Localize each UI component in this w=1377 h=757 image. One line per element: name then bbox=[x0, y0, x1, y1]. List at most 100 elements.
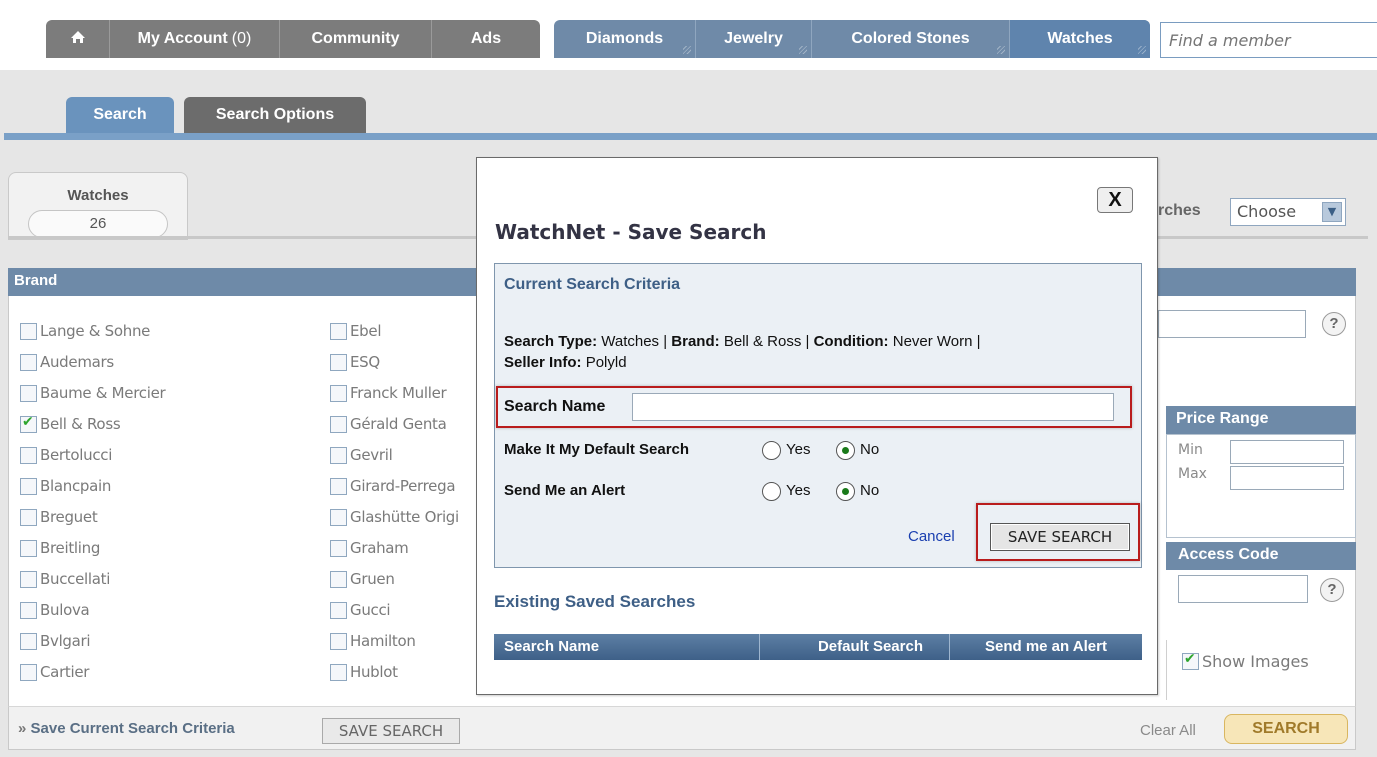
send-alert-no-label: No bbox=[860, 482, 880, 499]
checkbox[interactable] bbox=[330, 539, 347, 557]
checkbox[interactable] bbox=[330, 322, 347, 340]
top-navigation: My Account (0) Community Ads Diamonds Je… bbox=[0, 0, 1377, 70]
saved-searches-select[interactable]: Choose ▼ bbox=[1230, 198, 1346, 226]
brand-checkbox-item[interactable]: Gevril bbox=[330, 446, 393, 464]
checkbox[interactable] bbox=[20, 632, 37, 650]
checkbox[interactable] bbox=[20, 539, 37, 557]
tab-search[interactable]: Search bbox=[66, 97, 174, 133]
brand-checkbox-label: Ebel bbox=[350, 322, 382, 340]
chevron-down-icon[interactable]: ▼ bbox=[1322, 202, 1342, 222]
brand-checkbox-item[interactable]: Breguet bbox=[20, 508, 98, 526]
tab-search-options[interactable]: Search Options bbox=[184, 97, 366, 133]
checkbox[interactable] bbox=[20, 508, 37, 526]
checkbox[interactable] bbox=[20, 663, 37, 681]
brand-checkbox-label: Buccellati bbox=[40, 570, 111, 588]
brand-checkbox-item[interactable]: Gucci bbox=[330, 601, 391, 619]
brand-checkbox-item[interactable]: Blancpain bbox=[20, 477, 111, 495]
column-header-search-name[interactable]: Search Name bbox=[494, 634, 760, 660]
save-current-criteria-link[interactable]: » Save Current Search Criteria bbox=[18, 720, 235, 737]
brand-checkbox-item[interactable]: Hamilton bbox=[330, 632, 416, 650]
main-nav-group: My Account (0) Community Ads bbox=[46, 20, 540, 58]
brand-checkbox-item[interactable]: Lange & Sohne bbox=[20, 322, 150, 340]
checkbox[interactable] bbox=[20, 322, 37, 340]
checkbox[interactable] bbox=[20, 384, 37, 402]
brand-checkbox-item[interactable]: Baume & Mercier bbox=[20, 384, 166, 402]
default-search-yes-radio[interactable] bbox=[762, 441, 781, 460]
help-icon[interactable]: ? bbox=[1322, 312, 1346, 336]
brand-checkbox-item[interactable]: Bell & Ross bbox=[20, 414, 121, 433]
checkbox[interactable] bbox=[330, 601, 347, 619]
checkbox[interactable] bbox=[330, 415, 347, 433]
divider bbox=[1166, 640, 1167, 700]
tab-my-account-label: My Account bbox=[137, 30, 228, 47]
brand-checkbox-item[interactable]: Glashütte Origi bbox=[330, 508, 459, 526]
close-icon[interactable]: X bbox=[1097, 187, 1133, 213]
tab-jewelry[interactable]: Jewelry bbox=[696, 20, 812, 58]
saved-searches-label: rches bbox=[1158, 202, 1201, 219]
price-max-input[interactable] bbox=[1230, 466, 1344, 490]
checkbox[interactable] bbox=[330, 508, 347, 526]
checkbox[interactable] bbox=[330, 446, 347, 464]
tab-ads[interactable]: Ads bbox=[432, 20, 540, 58]
tab-colored-stones-label: Colored Stones bbox=[851, 30, 970, 47]
checkbox[interactable] bbox=[20, 353, 37, 371]
tab-diamonds-label: Diamonds bbox=[585, 30, 664, 47]
checkbox[interactable] bbox=[330, 663, 347, 681]
home-tab[interactable] bbox=[46, 20, 110, 58]
brand-checkbox-item[interactable]: Hublot bbox=[330, 663, 398, 681]
default-search-no-radio[interactable] bbox=[836, 441, 855, 460]
price-min-input[interactable] bbox=[1230, 440, 1344, 464]
checkbox[interactable] bbox=[330, 632, 347, 650]
access-code-input[interactable] bbox=[1178, 575, 1308, 603]
checkbox[interactable] bbox=[330, 570, 347, 588]
send-alert-no-radio[interactable] bbox=[836, 482, 855, 501]
checkbox[interactable] bbox=[20, 601, 37, 619]
clear-all-link[interactable]: Clear All bbox=[1140, 722, 1196, 739]
search-button[interactable]: SEARCH bbox=[1224, 714, 1348, 744]
send-alert-yes-radio[interactable] bbox=[762, 482, 781, 501]
brand-checkbox-item[interactable]: Cartier bbox=[20, 663, 89, 681]
checkbox[interactable] bbox=[20, 570, 37, 588]
checkbox[interactable] bbox=[1182, 651, 1199, 670]
tab-diamonds[interactable]: Diamonds bbox=[554, 20, 696, 58]
tab-watches[interactable]: Watches bbox=[1010, 20, 1150, 58]
checkbox[interactable] bbox=[20, 414, 37, 433]
send-alert-yes-label: Yes bbox=[786, 482, 811, 499]
save-search-button-bottom[interactable]: SAVE SEARCH bbox=[322, 718, 460, 744]
brand-checkbox-item[interactable]: Breitling bbox=[20, 539, 100, 557]
brand-checkbox-item[interactable]: Ebel bbox=[330, 322, 382, 340]
checkbox[interactable] bbox=[330, 353, 347, 371]
brand-checkbox-item[interactable]: Gérald Genta bbox=[330, 415, 447, 433]
find-member-input[interactable] bbox=[1160, 22, 1377, 58]
brand-checkbox-item[interactable]: Franck Muller bbox=[330, 384, 447, 402]
brand-checkbox-item[interactable]: Buccellati bbox=[20, 570, 110, 588]
brand-checkbox-label: Bertolucci bbox=[40, 446, 113, 464]
brand-checkbox-item[interactable]: Bvlgari bbox=[20, 632, 91, 650]
help-icon[interactable]: ? bbox=[1320, 578, 1344, 602]
brand-checkbox-item[interactable]: Gruen bbox=[330, 570, 395, 588]
brand-checkbox-item[interactable]: Bertolucci bbox=[20, 446, 112, 464]
checkbox[interactable] bbox=[20, 477, 37, 495]
cancel-link[interactable]: Cancel bbox=[908, 528, 955, 545]
tab-my-account[interactable]: My Account (0) bbox=[110, 20, 280, 58]
checkbox[interactable] bbox=[330, 384, 347, 402]
column-header-send-alert[interactable]: Send me an Alert bbox=[950, 634, 1142, 660]
search-name-input[interactable] bbox=[632, 393, 1114, 421]
checkbox[interactable] bbox=[20, 446, 37, 464]
search-type-value: Watches | bbox=[601, 333, 668, 350]
brand-checkbox-item[interactable]: Audemars bbox=[20, 353, 114, 371]
checkbox[interactable] bbox=[330, 477, 347, 495]
show-images-option[interactable]: Show Images bbox=[1182, 651, 1309, 671]
brand-checkbox-item[interactable]: Girard-Perrega bbox=[330, 477, 456, 495]
brand-checkbox-item[interactable]: Graham bbox=[330, 539, 409, 557]
brand-checkbox-label: ESQ bbox=[350, 353, 380, 371]
tab-community[interactable]: Community bbox=[280, 20, 432, 58]
brand-checkbox-item[interactable]: Bulova bbox=[20, 601, 90, 619]
brand-checkbox-label: Bell & Ross bbox=[40, 415, 121, 433]
brand-checkbox-item[interactable]: ESQ bbox=[330, 353, 380, 371]
tab-colored-stones[interactable]: Colored Stones bbox=[812, 20, 1010, 58]
column-header-default-search[interactable]: Default Search bbox=[760, 634, 950, 660]
keyword-input[interactable] bbox=[1158, 310, 1306, 338]
save-search-button[interactable]: SAVE SEARCH bbox=[990, 523, 1130, 551]
brand-checkbox-label: Bulova bbox=[40, 601, 90, 619]
